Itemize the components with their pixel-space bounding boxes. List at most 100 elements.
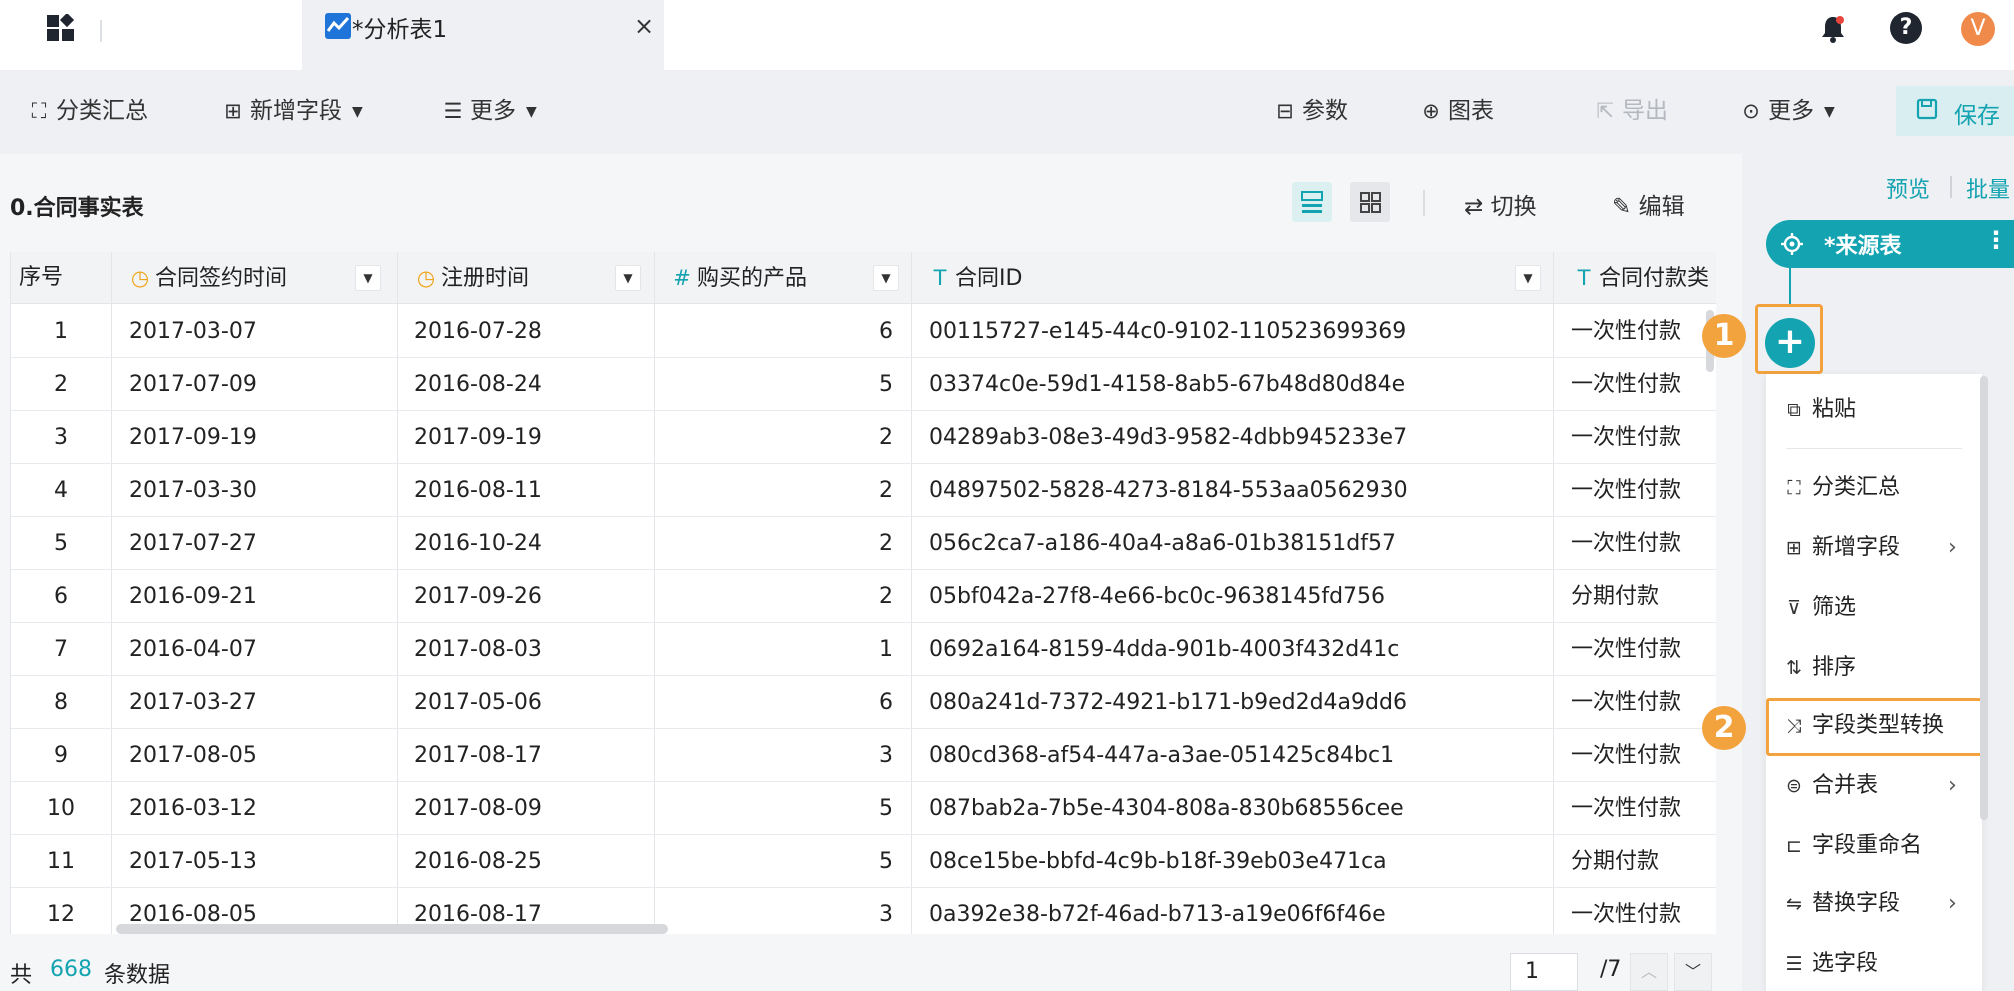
more-right-button[interactable]: ⊙ 更多 ▼ xyxy=(1740,96,1835,126)
params-button[interactable]: ⊟ 参数 xyxy=(1274,96,1348,126)
group-summary-button[interactable]: ⛶ 分类汇总 xyxy=(28,96,148,126)
node-more-icon[interactable]: ⋮ xyxy=(1984,226,2008,254)
cell-payment-type: 一次性付款 xyxy=(1571,743,1682,768)
table-row[interactable]: 6 2016-09-21 2017-09-26 2 05bf042a-27f8-4e66… xyxy=(11,570,1716,623)
chevron-right-icon: › xyxy=(1948,773,1957,798)
menu-item-rename[interactable]: ⊏ 字段重命名 xyxy=(1766,820,1982,872)
cell-contract-id: 087bab2a-7b5e-4304-808a-830b68556cee xyxy=(929,796,1404,821)
menu-item-label: 替换字段 xyxy=(1812,891,1901,916)
link-divider xyxy=(1950,176,1952,198)
column-header-index[interactable]: 序号 xyxy=(19,252,63,304)
cell-sign-date: 2017-08-05 xyxy=(129,743,257,768)
cell-index: 10 xyxy=(47,796,75,821)
cell-payment-type: 一次性付款 xyxy=(1571,425,1682,450)
grid-view-button[interactable] xyxy=(1350,182,1390,222)
menu-item-label: 选字段 xyxy=(1812,951,1879,976)
export-icon: ⇱ xyxy=(1596,99,1614,123)
clock-icon: ◷ xyxy=(130,266,150,290)
column-header-payment-type[interactable]: T 合同付款类 xyxy=(1573,252,1709,304)
menu-scrollbar[interactable] xyxy=(1980,376,1988,820)
horizontal-scrollbar[interactable] xyxy=(116,924,668,934)
cell-contract-id: 08ce15be-bbfd-4c9b-b18f-39eb03e471ca xyxy=(929,849,1387,874)
cell-contract-id: 0692a164-8159-4dda-901b-4003f432d41c xyxy=(929,637,1400,662)
table-row[interactable]: 8 2017-03-27 2017-05-06 6 080a241d-7372-4921… xyxy=(11,676,1716,729)
chevron-right-icon: › xyxy=(1948,891,1957,916)
cell-product: 2 xyxy=(879,425,893,450)
cell-sign-date: 2017-09-19 xyxy=(129,425,257,450)
close-tab-icon[interactable]: × xyxy=(634,12,654,40)
hierarchy-icon: ⛶ xyxy=(31,99,47,123)
menu-item-merge[interactable]: ⊜ 合并表 › xyxy=(1766,760,1982,812)
table-row[interactable]: 3 2017-09-19 2017-09-19 2 04289ab3-08e3-49d3… xyxy=(11,411,1716,464)
menu-item-group[interactable]: ⛶ 分类汇总 xyxy=(1766,462,1982,514)
table-row[interactable]: 1 2017-03-07 2016-07-28 6 00115727-e145-44c0… xyxy=(11,305,1716,358)
row-view-button[interactable] xyxy=(1292,182,1332,222)
table-row[interactable]: 10 2016-03-12 2017-08-09 5 087bab2a-7b5e-430… xyxy=(11,782,1716,835)
table-row[interactable]: 4 2017-03-30 2016-08-11 2 04897502-5828-4273… xyxy=(11,464,1716,517)
cell-contract-id: 04289ab3-08e3-49d3-9582-4dbb945233e7 xyxy=(929,425,1408,450)
column-header-contract-id[interactable]: T 合同ID xyxy=(929,252,1023,304)
table-header: 序号 ◷ 合同签约时间 ▼ ◷ 注册时间 ▼ # 购买的产品 ▼ T 合同ID ▼ T合… xyxy=(11,252,1716,304)
cell-product: 1 xyxy=(879,637,893,662)
menu-item-sort[interactable]: ⇅ 排序 xyxy=(1766,642,1982,694)
node-connector xyxy=(1789,268,1791,306)
table-row[interactable]: 2 2017-07-09 2016-08-24 5 03374c0e-59d1-4158… xyxy=(11,358,1716,411)
add-step-button[interactable]: + xyxy=(1765,318,1815,368)
user-avatar[interactable]: V xyxy=(1961,12,1995,46)
table-row[interactable]: 9 2017-08-05 2017-08-17 3 080cd368-af54-447a… xyxy=(11,729,1716,782)
column-header-product[interactable]: # 购买的产品 xyxy=(671,252,807,304)
help-icon[interactable]: ? xyxy=(1890,12,1922,44)
cell-register-date: 2016-08-11 xyxy=(414,478,542,503)
export-button[interactable]: ⇱ 导出 xyxy=(1594,96,1668,126)
table-row[interactable]: 11 2017-05-13 2016-08-25 5 08ce15be-bbfd-4c9… xyxy=(11,835,1716,888)
cell-product: 6 xyxy=(879,690,893,715)
menu-item-add-field[interactable]: ⊞ 新增字段 › xyxy=(1766,522,1982,574)
preview-link[interactable]: 预览 xyxy=(1886,172,1930,204)
menu-item-replace[interactable]: ⇋ 替换字段 › xyxy=(1766,878,1982,930)
column-dropdown[interactable]: ▼ xyxy=(1515,265,1541,291)
table-row[interactable]: 7 2016-04-07 2017-08-03 1 0692a164-8159-4dda… xyxy=(11,623,1716,676)
table-title: 0.合同事实表 xyxy=(10,196,144,221)
more-menu-button[interactable]: ☰ 更多 ▼ xyxy=(442,96,537,126)
cell-sign-date: 2016-09-21 xyxy=(129,584,257,609)
column-dropdown[interactable]: ▼ xyxy=(615,265,641,291)
node-title: *来源表 xyxy=(1824,234,1902,259)
table-row[interactable]: 5 2017-07-27 2016-10-24 2 056c2ca7-a186-40a4… xyxy=(11,517,1716,570)
list-icon: ☰ xyxy=(443,99,463,123)
menu-item-select-field[interactable]: ☰ 选字段 xyxy=(1766,938,1982,990)
cell-register-date: 2016-07-28 xyxy=(414,319,542,344)
page-number-input[interactable]: 1 xyxy=(1510,953,1578,991)
menu-item-label: 排序 xyxy=(1812,655,1857,680)
cell-sign-date: 2017-05-13 xyxy=(129,849,257,874)
column-header-register-date[interactable]: ◷ 注册时间 xyxy=(415,252,529,304)
tab-title[interactable]: *分析表1 xyxy=(352,10,447,44)
edit-icon: ✎ xyxy=(1612,194,1639,220)
menu-item-label: 新增字段 xyxy=(1812,535,1901,560)
record-count: 668 xyxy=(50,957,92,982)
prev-page-button[interactable]: ︿ xyxy=(1630,953,1668,991)
next-page-button[interactable]: ﹀ xyxy=(1674,953,1712,991)
menu-item-filter[interactable]: ⊽ 筛选 xyxy=(1766,582,1982,634)
cell-contract-id: 03374c0e-59d1-4158-8ab5-67b48d80d84e xyxy=(929,372,1406,397)
menu-item-paste[interactable]: ⧉ 粘贴 xyxy=(1766,384,1982,436)
source-table-node[interactable]: *来源表 ⋮ xyxy=(1766,220,2014,268)
column-dropdown[interactable]: ▼ xyxy=(355,265,381,291)
save-button[interactable]: 保存 xyxy=(1896,86,2014,136)
app-grid-icon[interactable] xyxy=(44,14,78,48)
plus-circle-icon: ⊕ xyxy=(1422,99,1440,123)
cell-register-date: 2017-08-09 xyxy=(414,796,542,821)
chart-button[interactable]: ⊕ 图表 xyxy=(1420,96,1494,126)
field-type-convert-highlight xyxy=(1766,698,1984,756)
batch-link[interactable]: 批量 xyxy=(1966,172,2010,204)
cell-sign-date: 2017-03-30 xyxy=(129,478,257,503)
cell-product: 2 xyxy=(879,478,893,503)
notification-bell-icon[interactable] xyxy=(1818,14,1848,44)
cell-product: 5 xyxy=(879,372,893,397)
switch-button[interactable]: ⇄ 切换 xyxy=(1464,187,1537,221)
column-header-sign-date[interactable]: ◷ 合同签约时间 xyxy=(129,252,287,304)
cell-register-date: 2017-05-06 xyxy=(414,690,542,715)
add-field-button[interactable]: ⊞ 新增字段 ▼ xyxy=(222,96,363,126)
menu-item-label: 合并表 xyxy=(1812,773,1879,798)
column-dropdown[interactable]: ▼ xyxy=(873,265,899,291)
edit-button[interactable]: ✎ 编辑 xyxy=(1612,187,1685,221)
